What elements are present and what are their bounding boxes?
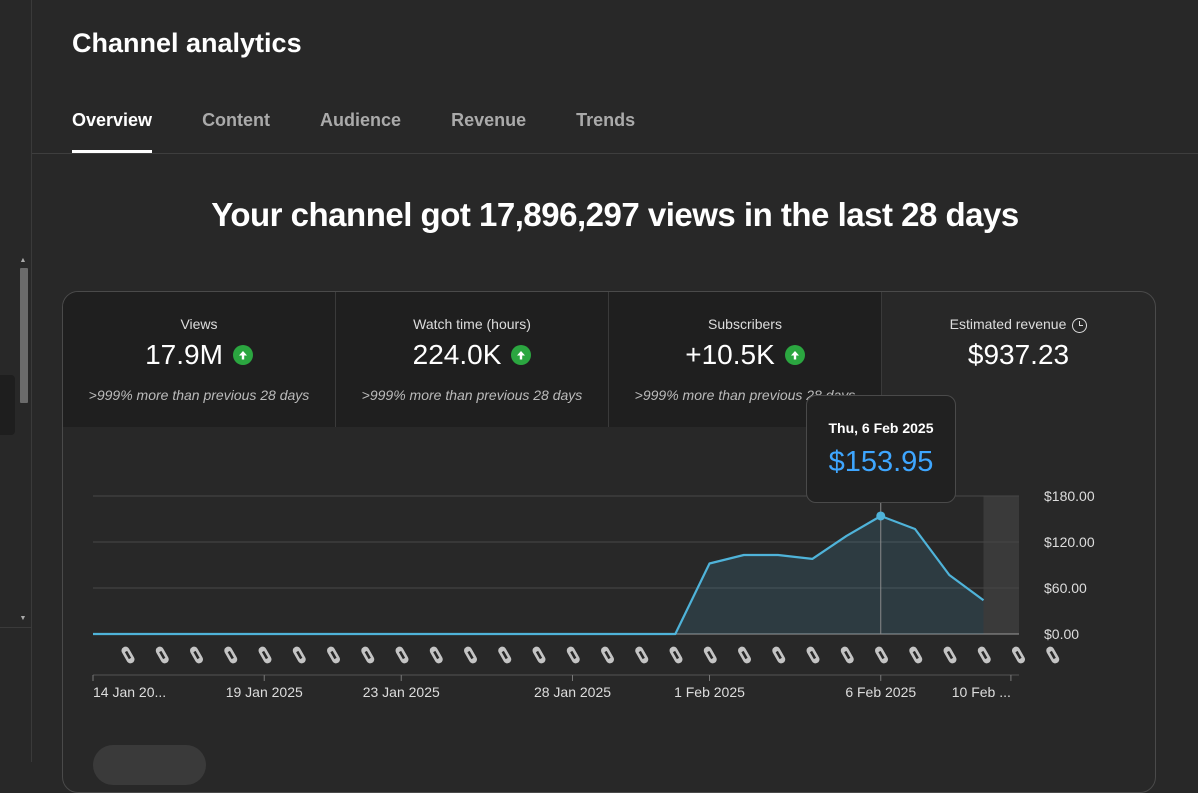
chart-options-button[interactable]: [93, 745, 206, 785]
metric-value: 17.9M: [145, 339, 223, 370]
rail-divider: [0, 627, 31, 628]
metric-value-row: 17.9M: [63, 339, 335, 371]
scroll-down-arrow-icon[interactable]: ▼: [19, 615, 27, 623]
trend-up-icon: [784, 345, 805, 365]
metric-label: Estimated revenue: [949, 316, 1067, 332]
chart-tooltip: Thu, 6 Feb 2025 $153.95: [806, 395, 956, 503]
tab-audience[interactable]: Audience: [320, 110, 401, 153]
metric-value-row: 224.0K: [336, 339, 608, 371]
metric-comparison-note: >999% more than previous 28 days: [361, 387, 583, 403]
tab-revenue[interactable]: Revenue: [451, 110, 526, 153]
tab-overview[interactable]: Overview: [72, 110, 153, 153]
scroll-up-arrow-icon[interactable]: ▲: [19, 257, 27, 265]
tab-trends[interactable]: Trends: [576, 110, 635, 153]
trend-up-icon: [511, 345, 532, 365]
scrollbar-thumb[interactable]: [20, 268, 28, 403]
metric-label: Watch time (hours): [413, 316, 531, 332]
tab-content[interactable]: Content: [202, 110, 270, 153]
metric-label-row: Estimated revenue: [882, 316, 1155, 333]
metric-views[interactable]: Views 17.9M >999% more than previous 28 …: [63, 292, 335, 427]
tooltip-value: $153.95: [828, 446, 934, 478]
metric-watch-time[interactable]: Watch time (hours) 224.0K >999% more tha…: [336, 292, 608, 427]
metric-value-row: +10.5K: [609, 339, 881, 371]
tooltip-date: Thu, 6 Feb 2025: [828, 420, 934, 436]
tab-bar: Overview Content Audience Revenue Trends: [72, 110, 685, 153]
metric-label: Subscribers: [708, 316, 782, 332]
metric-value: 224.0K: [412, 339, 502, 370]
tabs-divider: [32, 153, 1198, 154]
metric-comparison-note: >999% more than previous 28 days: [88, 387, 310, 403]
metric-value: $937.23: [967, 339, 1070, 370]
left-navigation-rail: ▲ ▼: [0, 0, 32, 762]
analytics-card: Views 17.9M >999% more than previous 28 …: [62, 291, 1156, 793]
metric-value-row: $937.23: [882, 339, 1155, 371]
selected-nav-item[interactable]: [0, 375, 15, 435]
trend-up-icon: [232, 345, 253, 365]
metric-value: +10.5K: [685, 339, 775, 370]
page-title: Channel analytics: [72, 28, 302, 58]
metric-label: Views: [180, 316, 218, 332]
summary-headline: Your channel got 17,896,297 views in the…: [211, 196, 1019, 233]
clock-icon[interactable]: [1072, 317, 1088, 333]
